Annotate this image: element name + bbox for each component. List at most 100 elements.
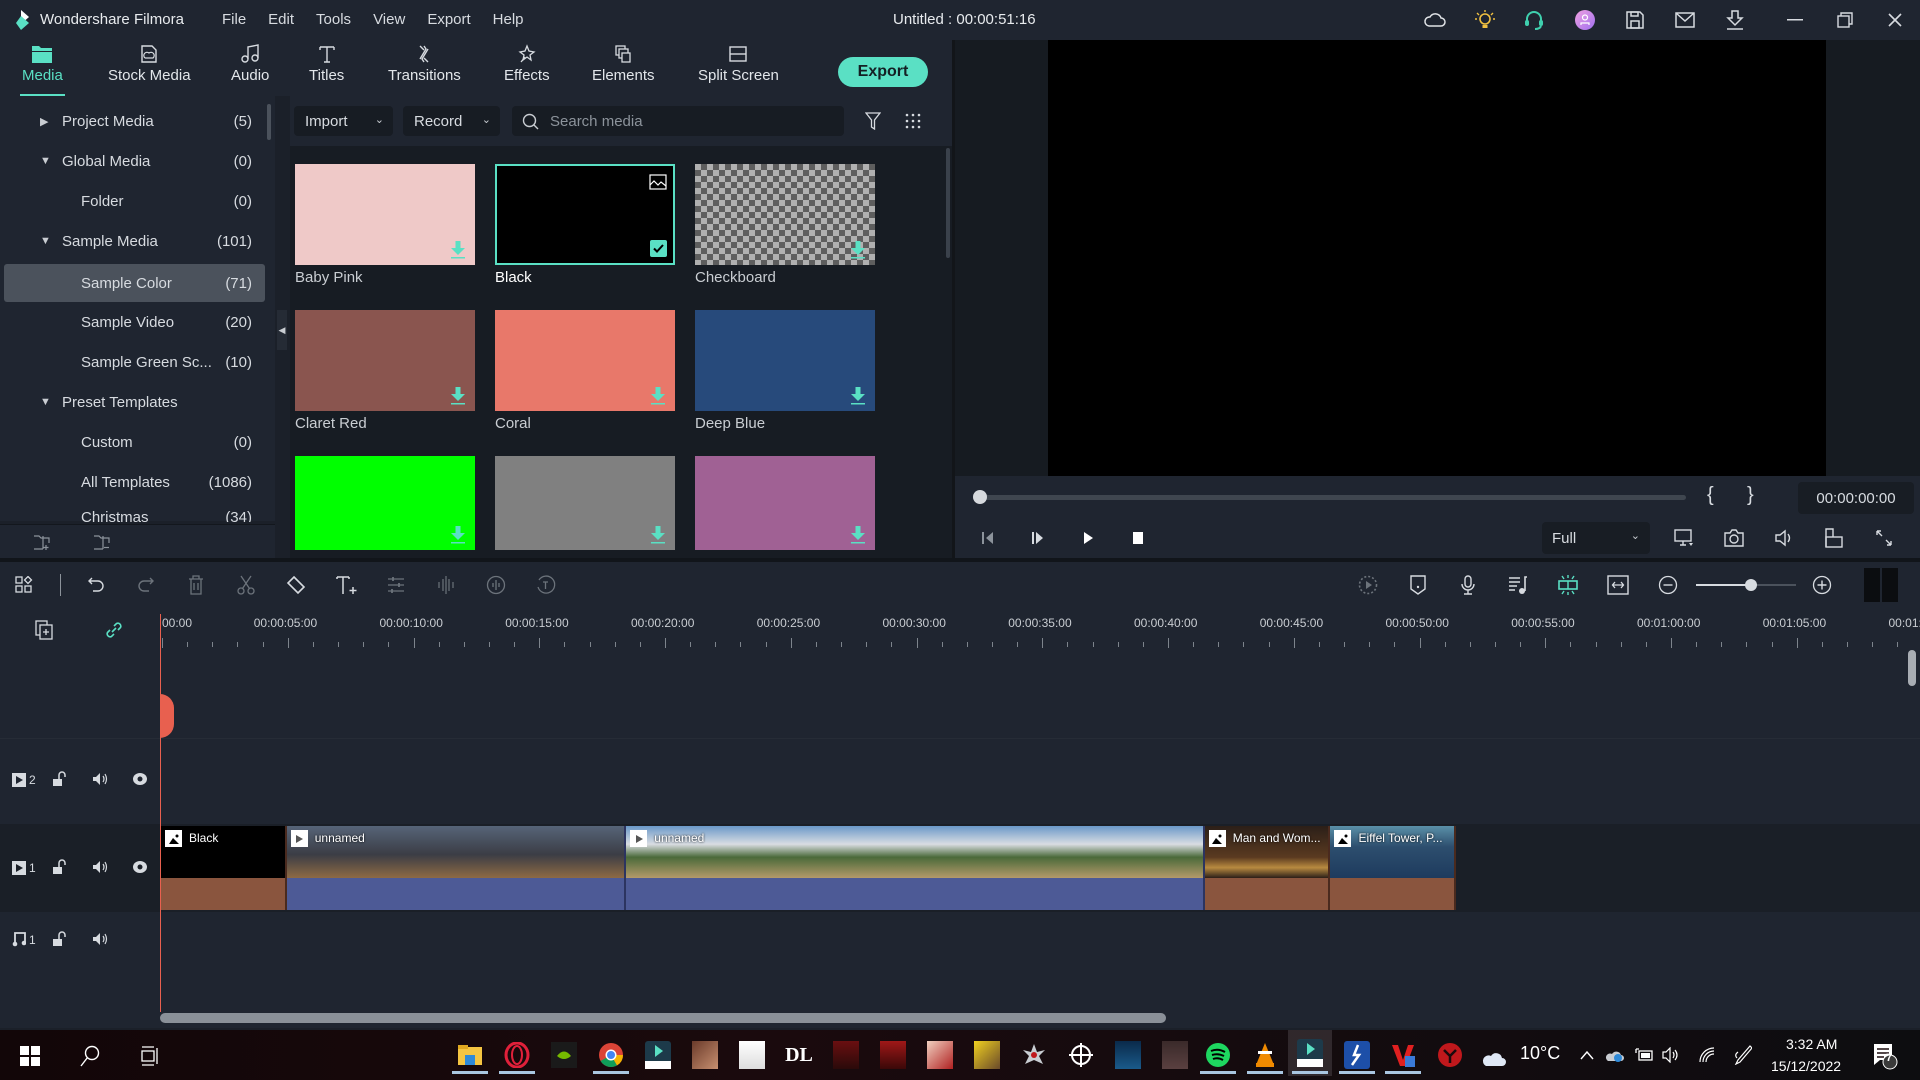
timeline-clip[interactable]: unnamed — [626, 826, 1205, 910]
pen-icon[interactable] — [1732, 1044, 1754, 1066]
add-track-icon[interactable] — [32, 618, 56, 642]
taskbar-app-filmora[interactable] — [640, 1036, 676, 1074]
link-icon[interactable] — [102, 618, 126, 642]
tree-item-global-media[interactable]: ▼ Global Media (0) — [4, 143, 265, 179]
eye-icon[interactable] — [132, 772, 148, 786]
zoom-slider-handle[interactable] — [1745, 579, 1757, 591]
download-icon[interactable] — [851, 241, 865, 259]
seek-handle[interactable] — [973, 490, 987, 504]
collapse-arrow-icon[interactable]: ▼ — [40, 396, 51, 408]
media-thumbnail[interactable] — [295, 164, 475, 265]
tab-media[interactable]: Media — [20, 44, 65, 96]
search-icon[interactable] — [76, 1042, 104, 1070]
layout-icon[interactable] — [12, 573, 36, 597]
lightbulb-icon[interactable] — [1472, 8, 1498, 32]
tab-split-screen[interactable]: Split Screen — [698, 44, 779, 84]
media-scrollbar[interactable] — [946, 148, 950, 258]
timeline-horizontal-scrollbar[interactable] — [160, 1013, 1166, 1023]
menu-help[interactable]: Help — [493, 11, 524, 28]
media-thumbnail[interactable] — [495, 310, 675, 411]
display-settings-icon[interactable] — [1672, 527, 1696, 549]
save-icon[interactable] — [1622, 8, 1648, 32]
tab-titles[interactable]: Titles — [309, 44, 344, 84]
menu-export[interactable]: Export — [427, 11, 470, 28]
taskbar-app-batman[interactable] — [734, 1036, 770, 1074]
media-thumbnail[interactable] — [695, 310, 875, 411]
lock-icon[interactable] — [52, 931, 66, 947]
media-thumbnail[interactable] — [695, 164, 875, 265]
tree-item-all-templates[interactable]: All Templates (1086) — [4, 464, 265, 500]
scissors-icon[interactable] — [234, 573, 258, 597]
onedrive-icon[interactable] — [1604, 1044, 1626, 1066]
fit-timeline-icon[interactable] — [1606, 573, 1630, 597]
tree-item-christmas[interactable]: Christmas (34) — [4, 504, 265, 522]
taskbar-app-app-red[interactable] — [1432, 1036, 1468, 1074]
timeline-clip[interactable]: Eiffel Tower, P... — [1330, 826, 1457, 910]
headset-icon[interactable] — [1521, 8, 1547, 32]
battery-icon[interactable] — [1634, 1044, 1656, 1066]
redo-icon[interactable] — [134, 573, 158, 597]
record-dropdown[interactable]: Record ⌄ — [403, 106, 500, 136]
media-thumbnail[interactable] — [695, 456, 875, 550]
taskbar-app-filmora-active[interactable] — [1288, 1030, 1332, 1076]
cloud-icon[interactable] — [1422, 8, 1448, 32]
tree-item-sample-green-screen[interactable]: Sample Green Sc... (10) — [4, 344, 265, 380]
previous-frame-icon[interactable] — [978, 528, 998, 548]
tree-item-preset-templates[interactable]: ▼ Preset Templates — [4, 384, 265, 420]
volume-icon[interactable] — [1772, 527, 1796, 549]
crop-icon[interactable] — [284, 573, 308, 597]
media-thumbnail[interactable] — [295, 456, 475, 550]
clock-time[interactable]: 3:32 AM — [1786, 1036, 1837, 1052]
timeline-clip[interactable]: Man and Wom... — [1204, 826, 1331, 910]
play-frame-icon[interactable] — [1028, 528, 1048, 548]
taskbar-app-star-wars[interactable] — [1157, 1036, 1193, 1074]
taskbar-app-witcher[interactable] — [1016, 1036, 1052, 1074]
media-thumbnail[interactable] — [295, 310, 475, 411]
notification-center-icon[interactable]: 7 — [1870, 1040, 1900, 1072]
windows-start-icon[interactable] — [16, 1042, 44, 1070]
collapse-arrow-icon[interactable]: ▼ — [40, 235, 51, 247]
speech-to-text-icon[interactable] — [534, 573, 558, 597]
tree-item-sample-media[interactable]: ▼ Sample Media (101) — [4, 223, 265, 259]
collapse-sidebar-button[interactable]: ◀ — [277, 310, 287, 350]
speaker-icon[interactable] — [92, 860, 108, 874]
avatar[interactable] — [1572, 8, 1598, 32]
import-dropdown[interactable]: Import ⌄ — [294, 106, 393, 136]
tab-elements[interactable]: Elements — [592, 44, 655, 84]
tab-audio[interactable]: Audio — [231, 44, 269, 84]
audio-ducking-icon[interactable] — [1506, 573, 1530, 597]
taskbar-app-wps[interactable] — [1385, 1036, 1421, 1074]
taskbar-app-game-3[interactable] — [969, 1036, 1005, 1074]
tree-item-sample-video[interactable]: Sample Video (20) — [4, 304, 265, 340]
taskbar-app-game-4[interactable] — [1110, 1036, 1146, 1074]
close-button[interactable] — [1882, 8, 1908, 32]
taskbar-app-evil-west[interactable] — [828, 1036, 864, 1074]
microphone-icon[interactable] — [1456, 573, 1480, 597]
delete-icon[interactable] — [184, 573, 208, 597]
download-icon[interactable] — [451, 387, 465, 405]
tab-transitions[interactable]: Transitions — [388, 44, 461, 84]
download-icon[interactable] — [651, 387, 665, 405]
download-icon[interactable] — [451, 526, 465, 544]
wifi-icon[interactable] — [1696, 1044, 1718, 1066]
voice-detect-icon[interactable] — [484, 573, 508, 597]
lock-icon[interactable] — [52, 771, 66, 787]
expand-arrow-icon[interactable]: ▶ — [40, 115, 48, 128]
new-folder-icon[interactable] — [32, 533, 52, 551]
volume-tray-icon[interactable] — [1660, 1044, 1682, 1066]
menu-tools[interactable]: Tools — [316, 11, 351, 28]
mark-out-button[interactable]: } — [1747, 484, 1754, 507]
taskbar-app-file-explorer[interactable] — [452, 1036, 488, 1074]
adjust-icon[interactable] — [384, 573, 408, 597]
render-preview-icon[interactable] — [1356, 573, 1380, 597]
add-text-icon[interactable] — [334, 573, 360, 597]
taskbar-app-dl[interactable]: DL — [781, 1036, 817, 1074]
tree-item-sample-color[interactable]: Sample Color (71) — [4, 264, 265, 302]
track-height-left[interactable] — [1864, 568, 1880, 602]
speaker-icon[interactable] — [92, 932, 108, 946]
timeline-clip[interactable]: Black — [161, 826, 287, 910]
menu-view[interactable]: View — [373, 11, 405, 28]
undo-icon[interactable] — [84, 573, 108, 597]
zoom-slider[interactable] — [1696, 579, 1796, 591]
media-thumbnail[interactable] — [495, 164, 675, 265]
